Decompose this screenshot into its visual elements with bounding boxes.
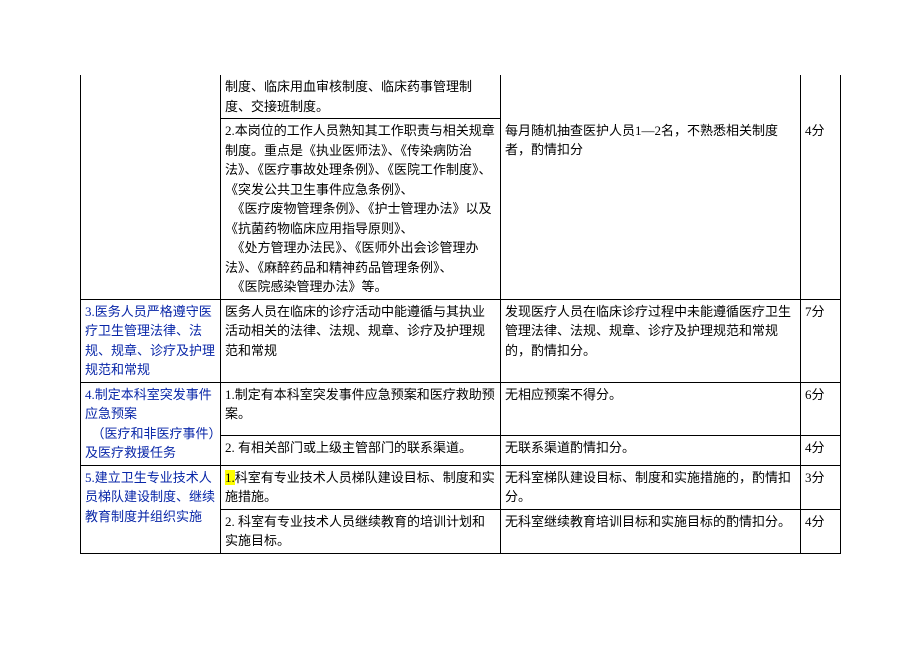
cell-criteria: 2.本岗位的工作人员熟知其工作职责与相关规章制度。重点是《执业医师法》、《传染病…	[221, 119, 501, 300]
cell-category: 5.建立卫生专业技术人员梯队建设制度、继续教育制度并组织实施	[81, 465, 221, 553]
cell-criteria: 2. 有相关部门或上级主管部门的联系渠道。	[221, 435, 501, 465]
cell-criteria: 1.科室有专业技术人员梯队建设目标、制度和实施措施。	[221, 465, 501, 509]
cell-category	[81, 75, 221, 119]
cell-category: 4.制定本科室突发事件应急预案 （医疗和非医疗事件）及医疗救援任务	[81, 382, 221, 465]
highlight: 1.	[225, 470, 235, 485]
cell-score: 4分	[801, 435, 841, 465]
cell-score: 3分	[801, 465, 841, 509]
table-row: 制度、临床用血审核制度、临床药事管理制度、交接班制度。	[81, 75, 841, 119]
cell-evaluation: 无联系渠道酌情扣分。	[501, 435, 801, 465]
cell-criteria: 医务人员在临床的诊疗活动中能遵循与其执业活动相关的法律、法规、规章、诊疗及护理规…	[221, 299, 501, 382]
cell-score: 7分	[801, 299, 841, 382]
cell-category	[81, 119, 221, 300]
table-row: 5.建立卫生专业技术人员梯队建设制度、继续教育制度并组织实施 1.科室有专业技术…	[81, 465, 841, 509]
cell-evaluation: 发现医疗人员在临床诊疗过程中未能遵循医疗卫生管理法律、法规、规章、诊疗及护理规范…	[501, 299, 801, 382]
cell-evaluation: 无科室继续教育培训目标和实施目标的酌情扣分。	[501, 509, 801, 553]
cell-evaluation	[501, 75, 801, 119]
cell-evaluation: 每月随机抽查医护人员1—2名，不熟悉相关制度者，酌情扣分	[501, 119, 801, 300]
cell-criteria: 1.制定有本科室突发事件应急预案和医疗救助预案。	[221, 382, 501, 435]
table-row: 2.本岗位的工作人员熟知其工作职责与相关规章制度。重点是《执业医师法》、《传染病…	[81, 119, 841, 300]
cell-evaluation: 无相应预案不得分。	[501, 382, 801, 435]
table-row: 3.医务人员严格遵守医疗卫生管理法律、法规、规章、诊疗及护理规范和常规 医务人员…	[81, 299, 841, 382]
cell-score: 6分	[801, 382, 841, 435]
table-row: 4.制定本科室突发事件应急预案 （医疗和非医疗事件）及医疗救援任务 1.制定有本…	[81, 382, 841, 435]
cell-score: 4分	[801, 509, 841, 553]
cell-criteria: 制度、临床用血审核制度、临床药事管理制度、交接班制度。	[221, 75, 501, 119]
cell-score: 4分	[801, 119, 841, 300]
cell-evaluation: 无科室梯队建设目标、制度和实施措施的，酌情扣分。	[501, 465, 801, 509]
cell-category: 3.医务人员严格遵守医疗卫生管理法律、法规、规章、诊疗及护理规范和常规	[81, 299, 221, 382]
evaluation-table: 制度、临床用血审核制度、临床药事管理制度、交接班制度。 2.本岗位的工作人员熟知…	[80, 75, 841, 554]
cell-criteria: 2. 科室有专业技术人员继续教育的培训计划和实施目标。	[221, 509, 501, 553]
cell-score	[801, 75, 841, 119]
